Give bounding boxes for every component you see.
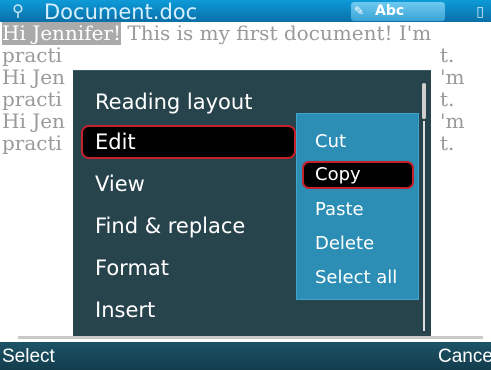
document-fragment: 'm [440, 65, 465, 89]
document-line: Hi Jennifer! This is my first document! … [2, 22, 432, 45]
signal-icon: ⚲ [12, 1, 24, 20]
edit-submenu: Cut Copy Paste Delete Select all [296, 113, 419, 300]
right-softkey-cancel[interactable]: Cance [438, 344, 491, 370]
submenu-item-cut[interactable]: Cut [315, 128, 346, 156]
left-softkey-select[interactable]: Select [2, 344, 55, 370]
menu-item-view[interactable]: View [95, 167, 275, 201]
submenu-item-paste[interactable]: Paste [315, 196, 364, 224]
submenu-item-copy[interactable]: Copy [302, 161, 414, 189]
menu-item-insert[interactable]: Insert [95, 293, 275, 327]
document-fragment: t. [440, 87, 455, 111]
softkey-bar: Select Cance [0, 342, 491, 370]
document-line: practi [2, 87, 62, 111]
submenu-item-delete[interactable]: Delete [315, 230, 374, 258]
document-fragment: t. [440, 43, 455, 67]
text-input-mode-indicator: ✎ Abc [351, 2, 445, 21]
menu-item-edit[interactable]: Edit [81, 125, 296, 159]
battery-icon: ▯ [476, 4, 484, 20]
menu-item-find-replace[interactable]: Find & replace [95, 209, 275, 243]
line-text: This is my first document! I'm [121, 22, 432, 45]
document-fragment: t. [440, 131, 455, 155]
document-line: Hi Jen [2, 109, 65, 133]
pen-icon: ✎ [354, 4, 365, 18]
document-fragment: 'm [440, 109, 465, 133]
menu-item-reading-layout[interactable]: Reading layout [95, 85, 275, 119]
selected-text: Hi Jennifer! [2, 22, 122, 45]
document-title: Document.doc [44, 0, 198, 24]
input-mode-label: Abc [375, 3, 405, 19]
menu-item-format[interactable]: Format [95, 251, 275, 285]
document-line: practi [2, 43, 62, 67]
document-line: practi [2, 131, 62, 155]
submenu-item-select-all[interactable]: Select all [315, 264, 397, 292]
horizontal-scrollbar[interactable] [18, 336, 483, 339]
status-bar: ⚲ Document.doc ✎ Abc ▯ [0, 0, 491, 24]
menu-scroll-track [423, 121, 425, 331]
document-line: Hi Jen [2, 65, 65, 89]
menu-scrollbar[interactable] [422, 83, 426, 119]
